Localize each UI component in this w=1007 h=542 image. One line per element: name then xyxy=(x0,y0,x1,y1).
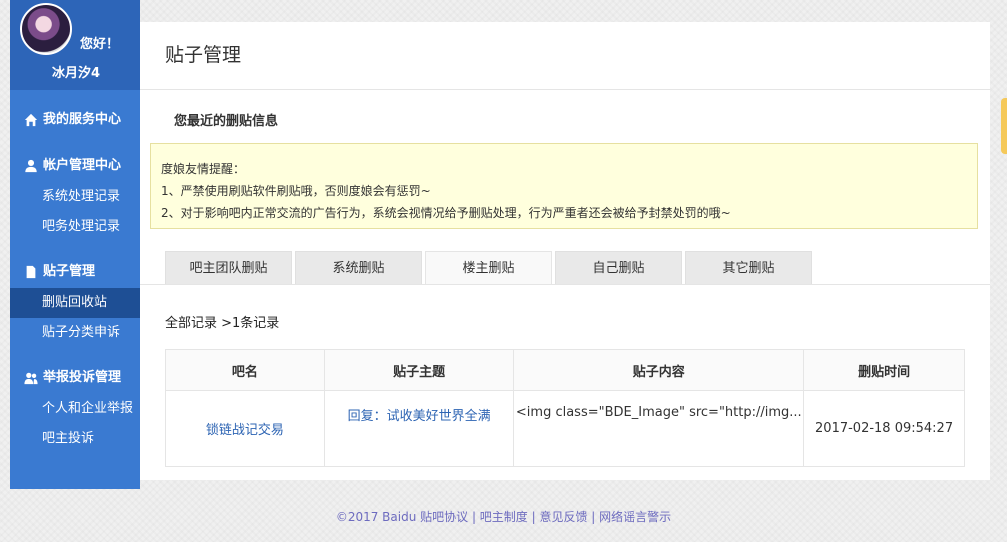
side-float-tab[interactable] xyxy=(1001,98,1007,154)
nav-head-label: 贴子管理 xyxy=(43,264,96,279)
notice-box: 度娘友情提醒： 1、严禁使用刷贴软件刷贴哦，否则度娘会有惩罚~ 2、对于影响吧内… xyxy=(150,143,978,229)
nav-section-posts: 贴子管理 删贴回收站 贴子分类申诉 xyxy=(10,242,140,348)
greeting: 您好！ xyxy=(80,37,120,52)
sidebar-item-admin-records[interactable]: 吧务处理记录 xyxy=(10,212,140,242)
tab-team-delete[interactable]: 吧主团队删贴 xyxy=(165,251,292,284)
deleted-posts-table: 吧名 贴子主题 贴子内容 删贴时间 锁链战记交易 回复：试收美好世界全满 <im… xyxy=(165,349,965,467)
notice-line-2: 2、对于影响吧内正常交流的广告行为，系统会视情况给予删贴处理，行为严重者还会被给… xyxy=(161,206,731,220)
user-icon xyxy=(25,159,37,173)
main-panel: 贴子管理 您最近的删贴信息 度娘友情提醒： 1、严禁使用刷贴软件刷贴哦，否则度娘… xyxy=(140,22,990,480)
nav-head-label: 我的服务中心 xyxy=(43,112,122,127)
sidebar-item-system-records[interactable]: 系统处理记录 xyxy=(10,182,140,212)
users-icon xyxy=(24,372,38,385)
sidebar: 您好！ 冰月汐4 我的服务中心 帐户管理中心 系统处理记录 吧务处理记录 贴子管… xyxy=(10,0,140,489)
document-icon xyxy=(26,265,36,279)
cell-delete-time: 2017-02-18 09:54:27 xyxy=(803,390,965,467)
sidebar-item-admin-complaints[interactable]: 吧主投诉 xyxy=(10,424,140,454)
nav-report-management[interactable]: 举报投诉管理 xyxy=(10,362,140,394)
nav-account-center[interactable]: 帐户管理中心 xyxy=(10,150,140,182)
tab-divider xyxy=(140,284,990,285)
cell-bar-name[interactable]: 锁链战记交易 xyxy=(165,390,325,467)
tab-other-delete[interactable]: 其它删贴 xyxy=(685,251,812,284)
username[interactable]: 冰月汐4 xyxy=(52,62,100,81)
table-header-row: 吧名 贴子主题 贴子内容 删贴时间 xyxy=(165,349,965,391)
section-title: 您最近的删贴信息 xyxy=(174,114,279,129)
sidebar-item-personal-reports[interactable]: 个人和企业举报 xyxy=(10,394,140,424)
avatar[interactable] xyxy=(20,3,72,55)
cell-content: <img class="BDE_Image" src="http://img..… xyxy=(513,390,805,467)
home-icon xyxy=(24,113,38,127)
notice-heading: 度娘友情提醒： xyxy=(161,162,246,176)
column-header-topic: 贴子主题 xyxy=(323,349,515,391)
table-row: 锁链战记交易 回复：试收美好世界全满 <img class="BDE_Image… xyxy=(165,390,965,467)
column-header-time: 删贴时间 xyxy=(803,349,965,391)
nav-head-label: 举报投诉管理 xyxy=(43,370,122,385)
column-header-content: 贴子内容 xyxy=(513,349,805,391)
tab-bar: 吧主团队删贴 系统删贴 楼主删贴 自己删贴 其它删贴 xyxy=(165,251,812,284)
tab-system-delete[interactable]: 系统删贴 xyxy=(295,251,422,284)
tab-self-delete[interactable]: 自己删贴 xyxy=(555,251,682,284)
nav-service-center[interactable]: 我的服务中心 xyxy=(10,104,140,136)
user-box: 您好！ 冰月汐4 xyxy=(10,0,140,90)
records-summary: 全部记录 >1条记录 xyxy=(165,316,280,331)
nav-section-account: 帐户管理中心 系统处理记录 吧务处理记录 xyxy=(10,136,140,242)
nav-post-management[interactable]: 贴子管理 xyxy=(10,256,140,288)
nav-section-service: 我的服务中心 xyxy=(10,90,140,136)
cell-topic[interactable]: 回复：试收美好世界全满 xyxy=(323,390,515,467)
sidebar-item-category-appeal[interactable]: 贴子分类申诉 xyxy=(10,318,140,348)
footer[interactable]: ©2017 Baidu 贴吧协议 | 吧主制度 | 意见反馈 | 网络谣言警示 xyxy=(0,508,1007,525)
nav-head-label: 帐户管理中心 xyxy=(43,158,122,173)
nav-section-reports: 举报投诉管理 个人和企业举报 吧主投诉 xyxy=(10,348,140,454)
sidebar-item-recycle-bin[interactable]: 删贴回收站 xyxy=(10,288,140,318)
column-header-bar: 吧名 xyxy=(165,349,325,391)
page-title: 贴子管理 xyxy=(140,22,990,90)
tab-owner-delete[interactable]: 楼主删贴 xyxy=(425,251,552,284)
notice-line-1: 1、严禁使用刷贴软件刷贴哦，否则度娘会有惩罚~ xyxy=(161,184,431,198)
